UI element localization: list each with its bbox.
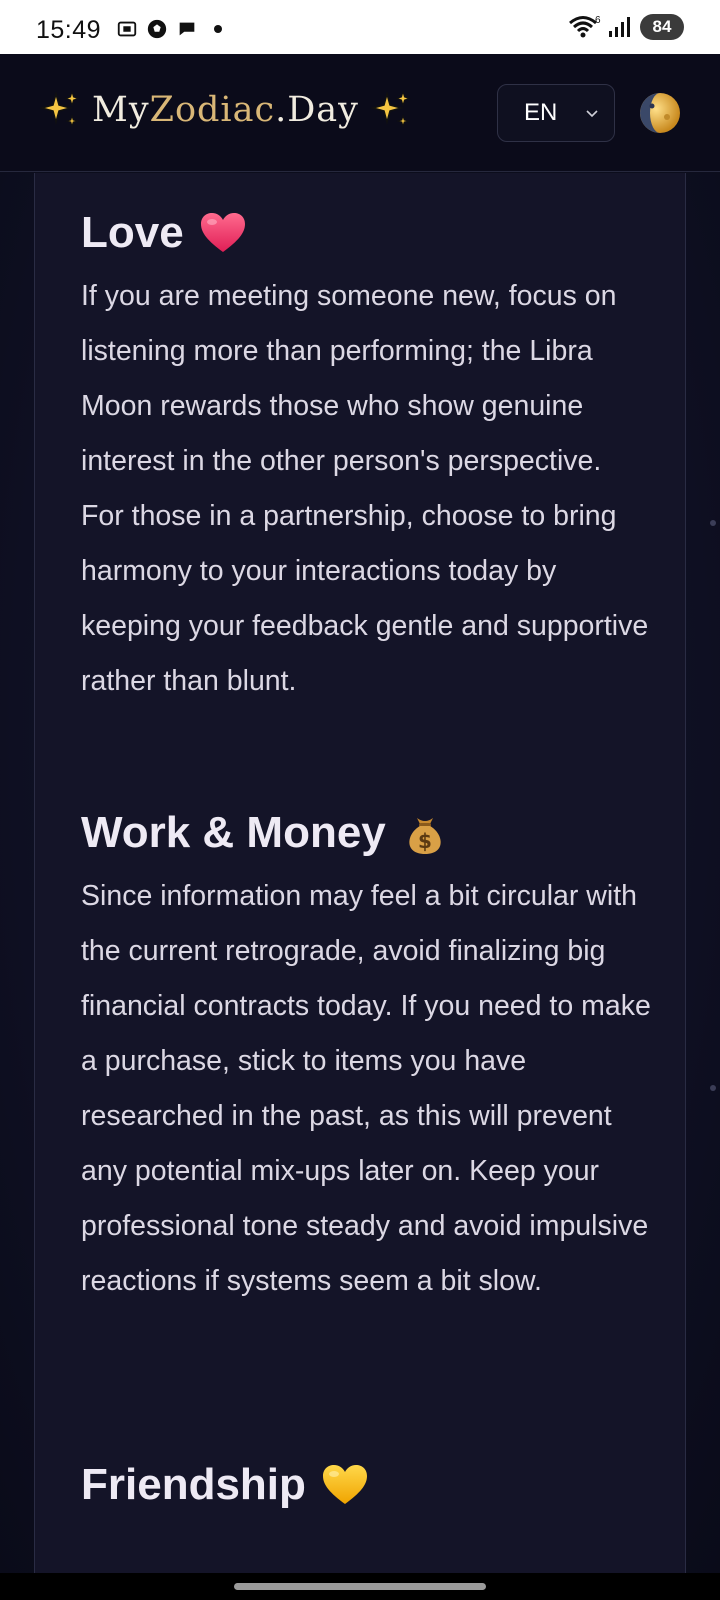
home-gesture-handle[interactable] xyxy=(234,1583,486,1590)
work-money-section: Work & Money $ Since information may fee… xyxy=(81,803,651,1309)
chevron-down-icon xyxy=(586,110,598,118)
sparkles-icon xyxy=(370,90,411,128)
work-money-title: Work & Money xyxy=(81,808,386,857)
site-logo[interactable]: My Zodiac .Day xyxy=(38,88,413,132)
brand-part-my: My xyxy=(92,90,150,130)
system-icons: 6 84 xyxy=(568,14,684,40)
section-heading: Work & Money $ xyxy=(81,803,651,863)
dot-icon xyxy=(214,25,222,33)
notification-icons xyxy=(116,18,222,40)
horoscope-card: Love If you are meeting someone new, foc… xyxy=(34,173,686,1573)
wifi-icon: 6 xyxy=(569,15,601,38)
brand-part-day: .Day xyxy=(275,90,359,130)
love-text: If you are meeting someone new, focus on… xyxy=(81,280,649,697)
language-select[interactable]: EN xyxy=(497,84,615,142)
section-heading: Friendship xyxy=(81,1455,651,1515)
yellow-heart-emoji xyxy=(322,1465,367,1504)
heart-emoji xyxy=(200,213,245,252)
love-title: Love xyxy=(81,208,184,257)
money-bag-emoji: $ xyxy=(409,818,441,854)
svg-text:$: $ xyxy=(418,829,432,853)
brand-part-zodiac: Zodiac xyxy=(149,90,276,130)
love-section: Love If you are meeting someone new, foc… xyxy=(81,203,651,709)
main-content[interactable]: Love If you are meeting someone new, foc… xyxy=(0,173,720,1573)
friendship-section: Friendship xyxy=(81,1455,651,1515)
scroll-indicator-dot xyxy=(710,1085,716,1091)
battery-indicator: 84 xyxy=(640,14,684,40)
soccer-ball-icon xyxy=(147,19,167,39)
status-time: 15:49 xyxy=(36,16,102,44)
scroll-indicator-dot xyxy=(710,520,716,526)
status-bar: 15:49 6 84 xyxy=(0,0,720,54)
signal-icon xyxy=(609,17,630,37)
work-money-text: Since information may feel a bit circula… xyxy=(81,880,651,1297)
screenshot-icon xyxy=(117,21,137,37)
section-heading: Love xyxy=(81,203,651,263)
sparkles-icon xyxy=(39,90,80,128)
wifi-badge: 6 xyxy=(595,15,601,26)
system-navigation-bar xyxy=(0,1573,720,1600)
chat-bubble-icon xyxy=(179,22,195,36)
moon-phase-icon[interactable] xyxy=(638,91,682,135)
site-header: My Zodiac .Day EN xyxy=(0,54,720,172)
brand-name: My Zodiac .Day xyxy=(92,90,359,130)
friendship-title: Friendship xyxy=(81,1460,306,1509)
language-value: EN xyxy=(524,99,558,126)
